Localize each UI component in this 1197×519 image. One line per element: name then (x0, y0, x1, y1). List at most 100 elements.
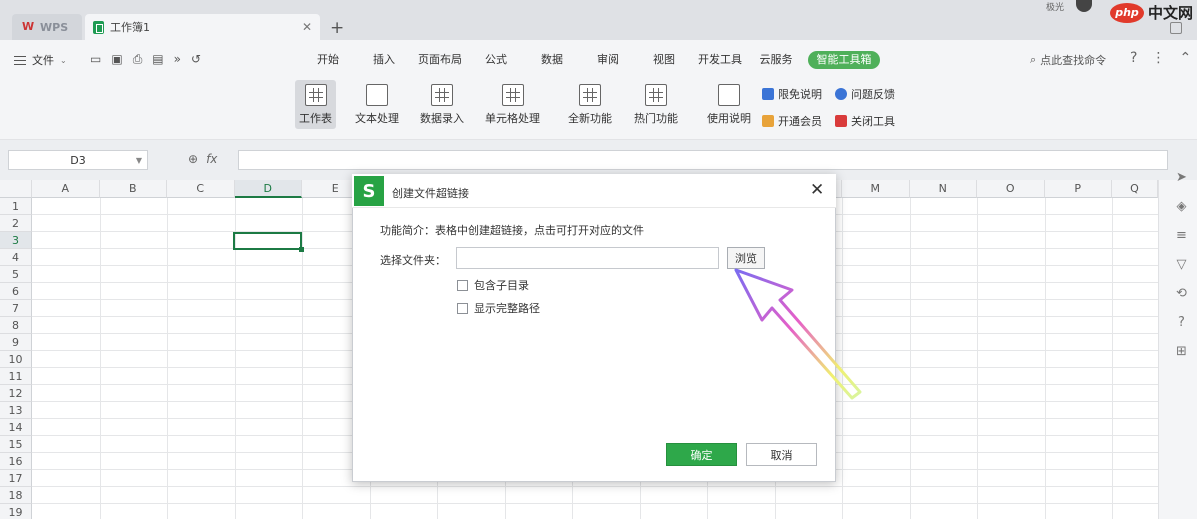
selected-cell[interactable] (233, 232, 304, 252)
data-entry-button[interactable]: 数据录入 (420, 84, 464, 126)
ok-button[interactable]: 确定 (666, 443, 737, 466)
cursor-icon[interactable]: ➤ (1176, 170, 1187, 185)
full-path-checkbox[interactable] (457, 302, 468, 314)
row-header-16[interactable]: 16 (0, 453, 32, 470)
hot-features-button[interactable]: 热门功能 (634, 84, 678, 126)
name-box[interactable]: D3 ▼ (8, 150, 148, 170)
collapse-ribbon-icon[interactable]: ⌃ (1179, 50, 1191, 66)
row-header-7[interactable]: 7 (0, 300, 32, 317)
chevron-down-icon: ⌄ (60, 55, 67, 65)
print-preview-icon[interactable]: ▤ (152, 52, 163, 67)
more-options-icon[interactable]: ⋮ (1151, 50, 1165, 66)
row-header-13[interactable]: 13 (0, 402, 32, 419)
row-header-3[interactable]: 3 (0, 232, 32, 249)
row-header-5[interactable]: 5 (0, 266, 32, 283)
more-icon[interactable]: » (174, 52, 181, 67)
row-header-17[interactable]: 17 (0, 470, 32, 487)
column-header-o[interactable]: O (977, 180, 1045, 198)
filter-icon[interactable]: ▽ (1176, 257, 1186, 272)
history-icon[interactable]: ⟲ (1176, 286, 1187, 301)
grid-row-line (32, 486, 1158, 487)
close-tool-button[interactable]: 关闭工具 (835, 113, 895, 129)
column-header-p[interactable]: P (1044, 180, 1112, 198)
fx-icon[interactable]: fx (206, 152, 217, 166)
tab-close-icon[interactable]: ✕ (302, 20, 312, 34)
window-restore-icon[interactable] (1170, 22, 1182, 34)
row-header-18[interactable]: 18 (0, 487, 32, 504)
wps-app-tab[interactable]: W WPS (12, 14, 82, 40)
document-tab[interactable]: 工作簿1 ✕ (85, 14, 320, 40)
save-icon[interactable]: ▣ (111, 52, 122, 67)
row-header-12[interactable]: 12 (0, 385, 32, 402)
row-header-10[interactable]: 10 (0, 351, 32, 368)
membership-button[interactable]: 开通会员 (762, 113, 822, 129)
zoom-icon[interactable]: ⊕ (188, 152, 198, 166)
tab-insert[interactable]: 插入 (356, 51, 412, 69)
print-icon[interactable]: ⎙ (133, 52, 143, 67)
new-features-button[interactable]: 全新功能 (568, 84, 612, 126)
manual-button[interactable]: 使用说明 (707, 84, 751, 126)
new-features-icon (579, 84, 601, 106)
row-header-8[interactable]: 8 (0, 317, 32, 334)
tab-smart-toolbox[interactable]: 智能工具箱 (808, 51, 880, 69)
help-icon[interactable]: ? (1130, 50, 1137, 66)
include-subdirs-option[interactable]: 包含子目录 (457, 277, 529, 293)
row-header-2[interactable]: 2 (0, 215, 32, 232)
close-tool-icon (835, 115, 847, 127)
dialog-close-icon[interactable]: ✕ (810, 180, 824, 200)
worksheet-button[interactable]: 工作表 (295, 80, 336, 129)
list-icon[interactable]: ≡ (1176, 228, 1187, 243)
feedback-button[interactable]: 问题反馈 (835, 86, 895, 102)
tab-home[interactable]: 开始 (300, 51, 356, 69)
row-header-11[interactable]: 11 (0, 368, 32, 385)
undo-icon[interactable]: ↺ (191, 52, 201, 67)
file-menu[interactable]: 文件 ⌄ (14, 52, 67, 68)
row-header-19[interactable]: 19 (0, 504, 32, 519)
open-folder-icon[interactable]: ▭ (90, 52, 101, 67)
row-header-1[interactable]: 1 (0, 198, 32, 215)
column-header-c[interactable]: C (167, 180, 235, 198)
cell-process-label: 单元格处理 (485, 112, 540, 125)
help-circle-icon[interactable]: ? (1178, 315, 1185, 330)
annotation-arrow-icon (734, 268, 862, 400)
row-header-4[interactable]: 4 (0, 249, 32, 266)
menu-right-icons: ? ⋮ ⌃ (1130, 50, 1191, 66)
formula-input[interactable] (238, 150, 1168, 170)
cancel-button[interactable]: 取消 (746, 443, 817, 466)
column-header-b[interactable]: B (99, 180, 167, 198)
tab-data[interactable]: 数据 (524, 51, 580, 69)
row-header-6[interactable]: 6 (0, 283, 32, 300)
tab-view[interactable]: 视图 (636, 51, 692, 69)
column-header-n[interactable]: N (909, 180, 977, 198)
column-header-q[interactable]: Q (1112, 180, 1158, 198)
tag-icon (762, 88, 774, 100)
tab-developer[interactable]: 开发工具 (692, 51, 748, 69)
tab-review[interactable]: 审阅 (580, 51, 636, 69)
apps-icon[interactable]: ⊞ (1176, 344, 1187, 359)
menu-tabs: 开始 插入 页面布局 公式 数据 审阅 视图 开发工具 云服务 智能工具箱 (300, 51, 880, 69)
cell-process-button[interactable]: 单元格处理 (485, 84, 540, 126)
worksheet-icon (304, 84, 327, 106)
new-tab-button[interactable]: + (330, 18, 344, 38)
column-header-d[interactable]: D (234, 180, 302, 198)
user-name[interactable]: 极光 (1046, 0, 1064, 13)
wps-dialog-logo-icon: S (354, 176, 384, 206)
row-header-14[interactable]: 14 (0, 419, 32, 436)
shapes-icon[interactable]: ◈ (1176, 199, 1186, 214)
text-process-button[interactable]: 文本处理 (355, 84, 399, 126)
column-header-a[interactable]: A (32, 180, 100, 198)
row-header-9[interactable]: 9 (0, 334, 32, 351)
select-all-corner[interactable] (0, 180, 32, 198)
tab-page-layout[interactable]: 页面布局 (412, 51, 468, 69)
data-entry-icon (431, 84, 453, 106)
include-subdirs-checkbox[interactable] (457, 279, 468, 291)
tab-formulas[interactable]: 公式 (468, 51, 524, 69)
command-search[interactable]: ⌕ 点此查找命令 (1030, 52, 1106, 68)
row-header-15[interactable]: 15 (0, 436, 32, 453)
column-header-m[interactable]: M (842, 180, 910, 198)
folder-path-input[interactable] (456, 247, 719, 269)
free-info-button[interactable]: 限免说明 (762, 86, 822, 102)
tab-cloud[interactable]: 云服务 (748, 51, 804, 69)
grid-column-line (167, 198, 168, 519)
full-path-option[interactable]: 显示完整路径 (457, 300, 540, 316)
